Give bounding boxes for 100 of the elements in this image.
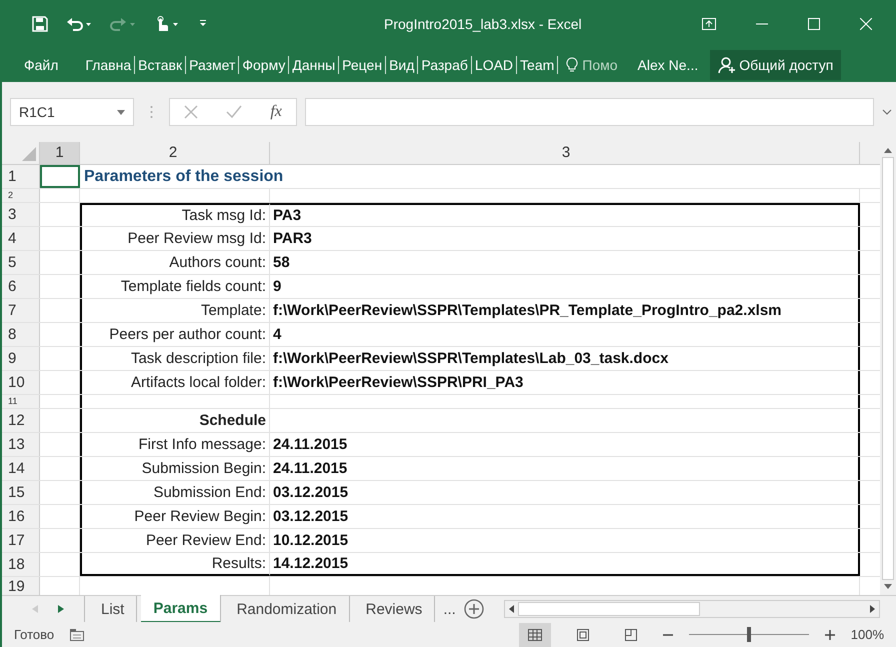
field-value: 4 [273, 326, 282, 343]
scroll-right-icon[interactable] [870, 605, 875, 613]
undo-icon[interactable] [66, 16, 92, 32]
row-header[interactable]: 13 [2, 433, 40, 456]
row-header[interactable]: 7 [2, 299, 40, 322]
ribbon-tab[interactable]: Рецен [339, 56, 386, 74]
scrollbar-thumb[interactable] [882, 157, 894, 580]
field-value: 58 [273, 254, 290, 271]
grid-icon [528, 628, 542, 640]
row-header[interactable]: 15 [2, 481, 40, 504]
share-button[interactable]: Общий доступ [710, 50, 842, 80]
scroll-left-icon[interactable] [508, 605, 514, 613]
field-value: PA3 [273, 207, 302, 224]
row-header[interactable]: 1 [2, 165, 40, 188]
row-header[interactable]: 5 [2, 251, 40, 274]
column-header[interactable]: 1 [40, 142, 80, 164]
ribbon-tab[interactable]: LOAD [472, 56, 518, 74]
field-value: f:\Work\PeerReview\SSPR\Templates\PR_Template_ProgIntro_pa2.xlsm [273, 302, 782, 319]
name-box[interactable]: R1C1 [10, 98, 134, 126]
section-heading: Schedule [199, 412, 266, 429]
field-value: 9 [273, 278, 282, 295]
field-value: 03.12.2015 [273, 484, 348, 501]
normal-view-button[interactable] [518, 622, 551, 646]
status-text: Готово [14, 627, 54, 642]
field-value: 10.12.2015 [273, 532, 348, 549]
insert-function-button[interactable]: fx [270, 103, 282, 121]
column-header[interactable]: 3 [270, 142, 860, 164]
selected-cell[interactable] [40, 165, 80, 188]
row-header[interactable]: 2 [2, 189, 40, 202]
ribbon-tab[interactable]: Team [517, 56, 558, 74]
field-label: Peer Review Begin: [134, 508, 266, 525]
field-label: Peer Review End: [146, 532, 266, 549]
field-value: 03.12.2015 [273, 508, 348, 525]
grip-icon [150, 105, 153, 119]
window-title: ProgIntro2015_lab3.xlsx - Excel [383, 16, 583, 32]
ribbon-tab[interactable]: Размет [186, 56, 240, 74]
field-value: 24.11.2015 [273, 460, 348, 477]
sheet-title: Parameters of the session [84, 168, 284, 186]
sheet-tab[interactable]: Params [141, 595, 221, 623]
more-sheets-button[interactable]: ... [439, 600, 460, 618]
ribbon-tab[interactable]: Разраб [418, 56, 472, 74]
field-label: Artifacts local folder: [130, 374, 266, 391]
field-value: f:\Work\PeerReview\SSPR\PRI_PA3 [273, 374, 524, 391]
horizontal-scrollbar[interactable] [504, 600, 880, 618]
field-value: 24.11.2015 [273, 436, 348, 453]
row-header[interactable]: 6 [2, 275, 40, 298]
formula-input[interactable] [305, 98, 874, 126]
field-label: Submission Begin: [142, 460, 266, 477]
field-label: Template fields count: [120, 278, 266, 295]
field-label: Task description file: [130, 350, 266, 367]
ribbon-tab[interactable]: Форму [239, 56, 290, 74]
field-label: First Info message: [138, 436, 266, 453]
ribbon-tab[interactable]: Данны [289, 56, 340, 74]
row-header[interactable]: 16 [2, 505, 40, 528]
ribbon-tab[interactable]: Файл [2, 56, 82, 74]
scroll-up-icon[interactable] [884, 148, 892, 153]
field-label: Template: [200, 302, 266, 319]
close-icon[interactable] [860, 18, 872, 30]
row-header[interactable]: 9 [2, 347, 40, 370]
save-icon[interactable] [32, 16, 48, 32]
field-label: Peers per author count: [109, 326, 266, 343]
maximize-icon[interactable] [808, 18, 820, 30]
dropdown-icon[interactable] [117, 110, 125, 114]
row-header[interactable]: 17 [2, 529, 40, 552]
zoom-in-icon[interactable] [824, 630, 835, 640]
ribbon-tab[interactable]: Вид [386, 56, 418, 74]
macro-record-icon[interactable] [70, 628, 84, 640]
tell-me-field[interactable]: Помо [578, 57, 628, 73]
page-break-icon [624, 628, 637, 640]
row-header[interactable]: 12 [2, 409, 40, 432]
zoom-slider-thumb[interactable] [746, 627, 751, 642]
field-label: Authors count: [169, 254, 266, 271]
field-value: PAR3 [273, 230, 312, 247]
row-header[interactable]: 14 [2, 457, 40, 480]
ribbon-display-icon[interactable] [702, 18, 716, 30]
next-sheet-icon[interactable] [58, 605, 64, 613]
scroll-down-icon[interactable] [884, 584, 892, 589]
row-header[interactable]: 3 [2, 203, 40, 226]
zoom-level[interactable]: 100% [850, 627, 884, 642]
field-label: Task msg Id: [182, 207, 266, 224]
row-header[interactable]: 18 [2, 553, 40, 576]
lightbulb-icon [566, 57, 578, 73]
ribbon-tab[interactable]: Главна [82, 56, 136, 74]
check-icon[interactable] [226, 105, 242, 119]
add-sheet-icon[interactable] [464, 599, 484, 619]
column-header[interactable]: 2 [80, 142, 270, 164]
row-header[interactable]: 4 [2, 227, 40, 250]
field-label: Submission End: [153, 484, 266, 501]
row-header[interactable]: 8 [2, 323, 40, 346]
customize-icon[interactable] [198, 19, 208, 29]
ribbon-tab[interactable]: Вставк [135, 56, 186, 74]
field-label: Peer Review msg Id: [128, 230, 266, 247]
row-header[interactable]: 11 [2, 395, 40, 408]
user-name[interactable]: Alex Ne... [628, 57, 708, 73]
field-label: Results: [212, 555, 266, 572]
row-header[interactable]: 10 [2, 371, 40, 394]
person-icon [718, 56, 736, 74]
row-header[interactable]: 19 [2, 577, 40, 595]
field-value: f:\Work\PeerReview\SSPR\Templates\Lab_03_task.docx [273, 350, 668, 367]
expand-icon[interactable] [882, 109, 892, 115]
